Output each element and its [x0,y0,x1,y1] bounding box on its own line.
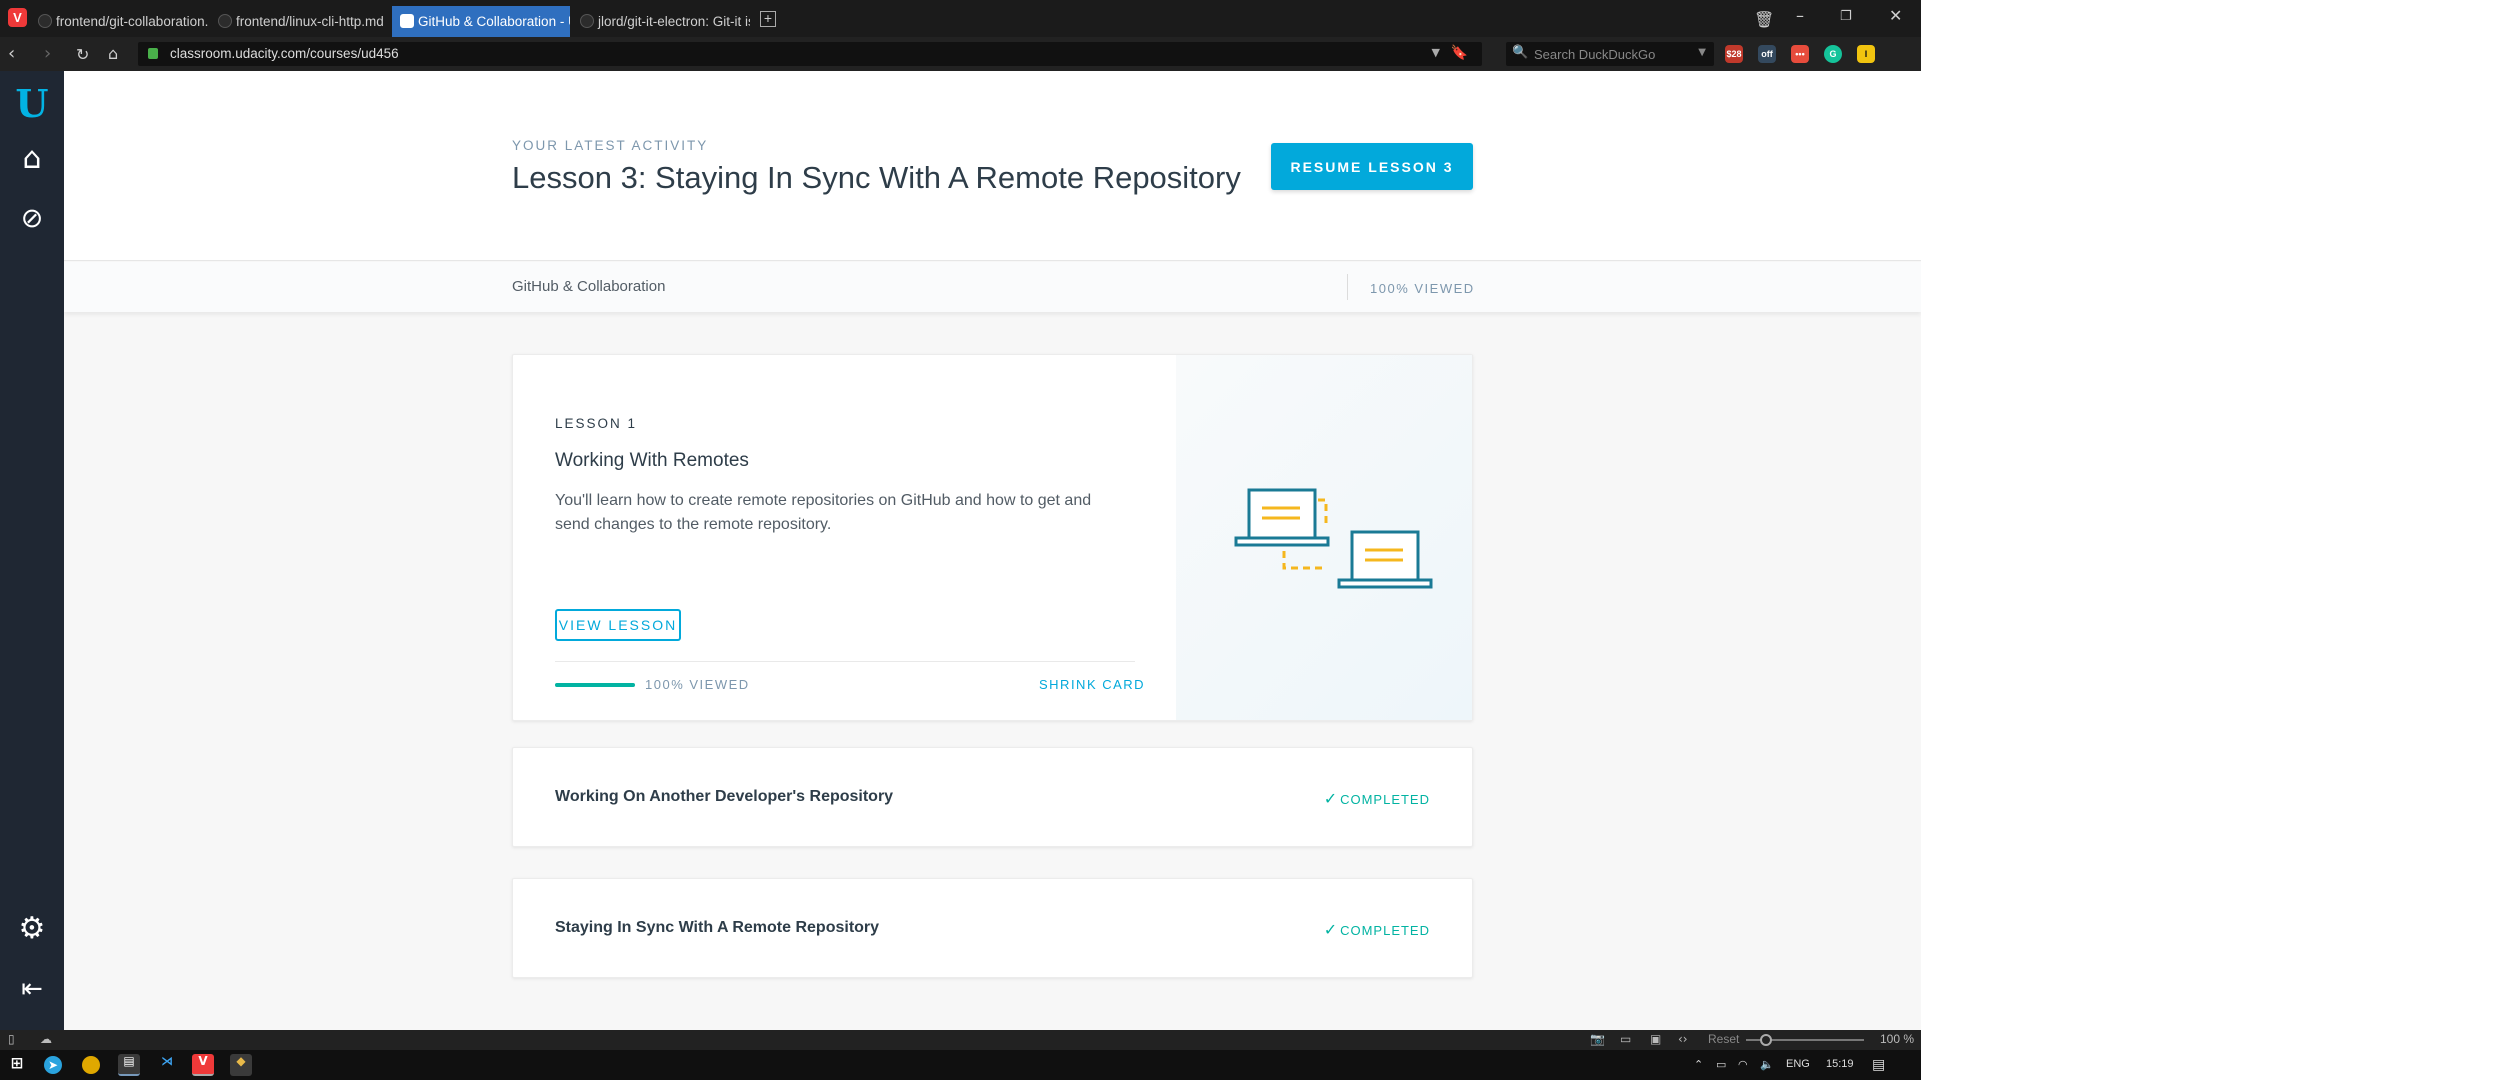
file-explorer-icon[interactable]: ▤ [118,1054,140,1076]
new-tab-button[interactable]: + [760,11,776,27]
tab-bar: V frontend/git-collaboration.r frontend/… [0,0,1921,37]
udacity-sidebar: U ⌂ ⊘ ⚙ ⇤ [0,71,64,1030]
tab-linux-cli-http[interactable]: frontend/linux-cli-http.md · [210,6,388,37]
settings-gear-icon[interactable]: ⚙ [14,911,50,947]
lesson-progress-bar [555,683,635,687]
search-input[interactable]: 🔍 Search DuckDuckGo ▼ [1506,42,1714,66]
github-icon [580,14,594,28]
github-icon [38,14,52,28]
progress-fill [555,683,635,687]
tiling-icon[interactable]: ▭ [1620,1032,1631,1046]
tab-git-it-electron[interactable]: jlord/git-it-electron: Git-it is [572,6,750,37]
lock-icon [148,48,158,59]
zoom-slider-handle[interactable] [1760,1034,1772,1046]
browser-status-bar: ▯ ☁ 📷 ▭ ▣ ‹› Reset 100 % [0,1030,1921,1050]
back-button[interactable]: ‹ [8,43,15,64]
lesson-row-title: Working On Another Developer's Repositor… [555,788,894,805]
lesson-row[interactable]: Working On Another Developer's Repositor… [512,747,1473,847]
course-header-bar: GitHub & Collaboration 100% VIEWED [64,262,1921,312]
udacity-favicon-icon [400,14,414,28]
minimize-button[interactable]: – [1796,6,1804,25]
tray-chevron-up-icon[interactable]: ⌃ [1694,1058,1703,1071]
completed-badge: ✓ COMPLETED [1323,789,1430,808]
browser-window: V frontend/git-collaboration.r frontend/… [0,0,1921,1080]
reload-button[interactable]: ↻ [76,45,89,64]
lesson-description: You'll learn how to create remote reposi… [555,492,1092,533]
chevron-down-icon[interactable]: ▼ [1698,47,1706,58]
checkmark-icon: ✓ [1323,789,1339,808]
url-field[interactable]: classroom.udacity.com/courses/ud456 ▼ 🔖 [138,42,1482,66]
lesson-number: LESSON 1 [555,416,638,431]
wifi-icon[interactable]: ◠ [1738,1058,1748,1071]
volume-icon[interactable]: 🔈 [1760,1058,1774,1071]
zoom-reset-button[interactable]: Reset [1708,1032,1739,1046]
lesson-card-expanded: LESSON 1 Working With Remotes You'll lea… [512,354,1473,721]
forward-button[interactable]: › [44,43,51,64]
course-name: GitHub & Collaboration [512,278,666,295]
telegram-icon[interactable]: ➤ [44,1056,62,1074]
latest-activity-section: YOUR LATEST ACTIVITY Lesson 3: Staying I… [64,71,1921,261]
course-viewed-status: 100% VIEWED [1370,281,1475,296]
screenshot-camera-icon[interactable]: 📷 [1590,1032,1605,1046]
language-indicator[interactable]: ENG [1786,1058,1810,1070]
view-lesson-button[interactable]: VIEW LESSON [555,609,681,641]
honey-extension-icon[interactable]: $28 [1725,45,1743,63]
windows-start-icon[interactable]: ⊞ [6,1054,28,1076]
git-icon[interactable]: ◆ [230,1054,252,1076]
completed-badge: ✓ COMPLETED [1323,920,1430,939]
latest-lesson-title: Lesson 3: Staying In Sync With A Remote … [512,160,1241,195]
lastpass-icon[interactable]: ••• [1791,45,1809,63]
compass-icon[interactable]: ⊘ [14,201,50,237]
vivaldi-taskbar-icon[interactable]: V [192,1054,214,1076]
windows-taskbar: ⊞ ➤ ▤ ⋊ V ◆ ⌃ ▭ ◠ 🔈 ENG 15:19 ▤ [0,1050,1921,1080]
extension-icon[interactable]: I [1857,45,1875,63]
lesson-row-title: Staying In Sync With A Remote Repository [555,919,880,936]
tab-git-collaboration[interactable]: frontend/git-collaboration.r [30,6,208,37]
card-divider [555,661,1135,662]
lesson-illustration [1176,355,1472,720]
vivaldi-menu-icon[interactable]: V [8,8,27,27]
home-icon[interactable]: ⌂ [14,141,50,177]
notification-center-icon[interactable]: ▤ [1872,1056,1885,1073]
zoom-slider[interactable] [1746,1034,1864,1046]
search-icon: 🔍 [1512,45,1529,60]
checkmark-icon: ✓ [1323,920,1339,939]
grammarly-icon[interactable]: G [1824,45,1842,63]
clock[interactable]: 15:19 [1826,1058,1854,1070]
shrink-card-button[interactable]: SHRINK CARD [1039,677,1145,692]
latest-activity-label: YOUR LATEST ACTIVITY [512,138,709,153]
lesson-row[interactable]: Staying In Sync With A Remote Repository… [512,878,1473,978]
battery-icon[interactable]: ▭ [1716,1058,1726,1071]
github-icon [218,14,232,28]
sync-cloud-icon[interactable]: ☁ [40,1032,52,1046]
udacity-logo-icon[interactable]: U [14,81,50,126]
images-icon[interactable]: ▣ [1650,1032,1661,1046]
coupon-extension-icon[interactable]: off [1758,45,1776,63]
home-button[interactable]: ⌂ [108,44,118,63]
restore-button[interactable]: ❐ [1840,9,1852,24]
panel-toggle-icon[interactable]: ▯ [8,1032,15,1046]
close-window-button[interactable]: ✕ [1889,6,1902,25]
zoom-level: 100 % [1880,1032,1915,1046]
logout-icon[interactable]: ⇤ [14,971,50,1007]
trash-icon[interactable]: 🗑 [1754,10,1774,29]
chrome-icon[interactable] [82,1056,100,1074]
bookmark-icon[interactable]: 🔖 [1451,45,1468,61]
course-page: YOUR LATEST ACTIVITY Lesson 3: Staying I… [64,71,1921,1030]
divider [1347,274,1348,300]
address-bar: ‹ › ↻ ⌂ classroom.udacity.com/courses/ud… [0,37,1921,71]
resume-lesson-button[interactable]: RESUME LESSON 3 [1271,143,1473,190]
chevron-down-icon[interactable]: ▼ [1432,46,1440,59]
lesson-progress-label: 100% VIEWED [645,677,750,692]
vscode-icon[interactable]: ⋊ [156,1054,178,1076]
tab-github-collaboration[interactable]: GitHub & Collaboration - U [392,6,570,37]
lesson-title: Working With Remotes [555,450,749,471]
two-laptops-illustration [1234,488,1433,589]
page-actions-icon[interactable]: ‹› [1678,1032,1688,1046]
